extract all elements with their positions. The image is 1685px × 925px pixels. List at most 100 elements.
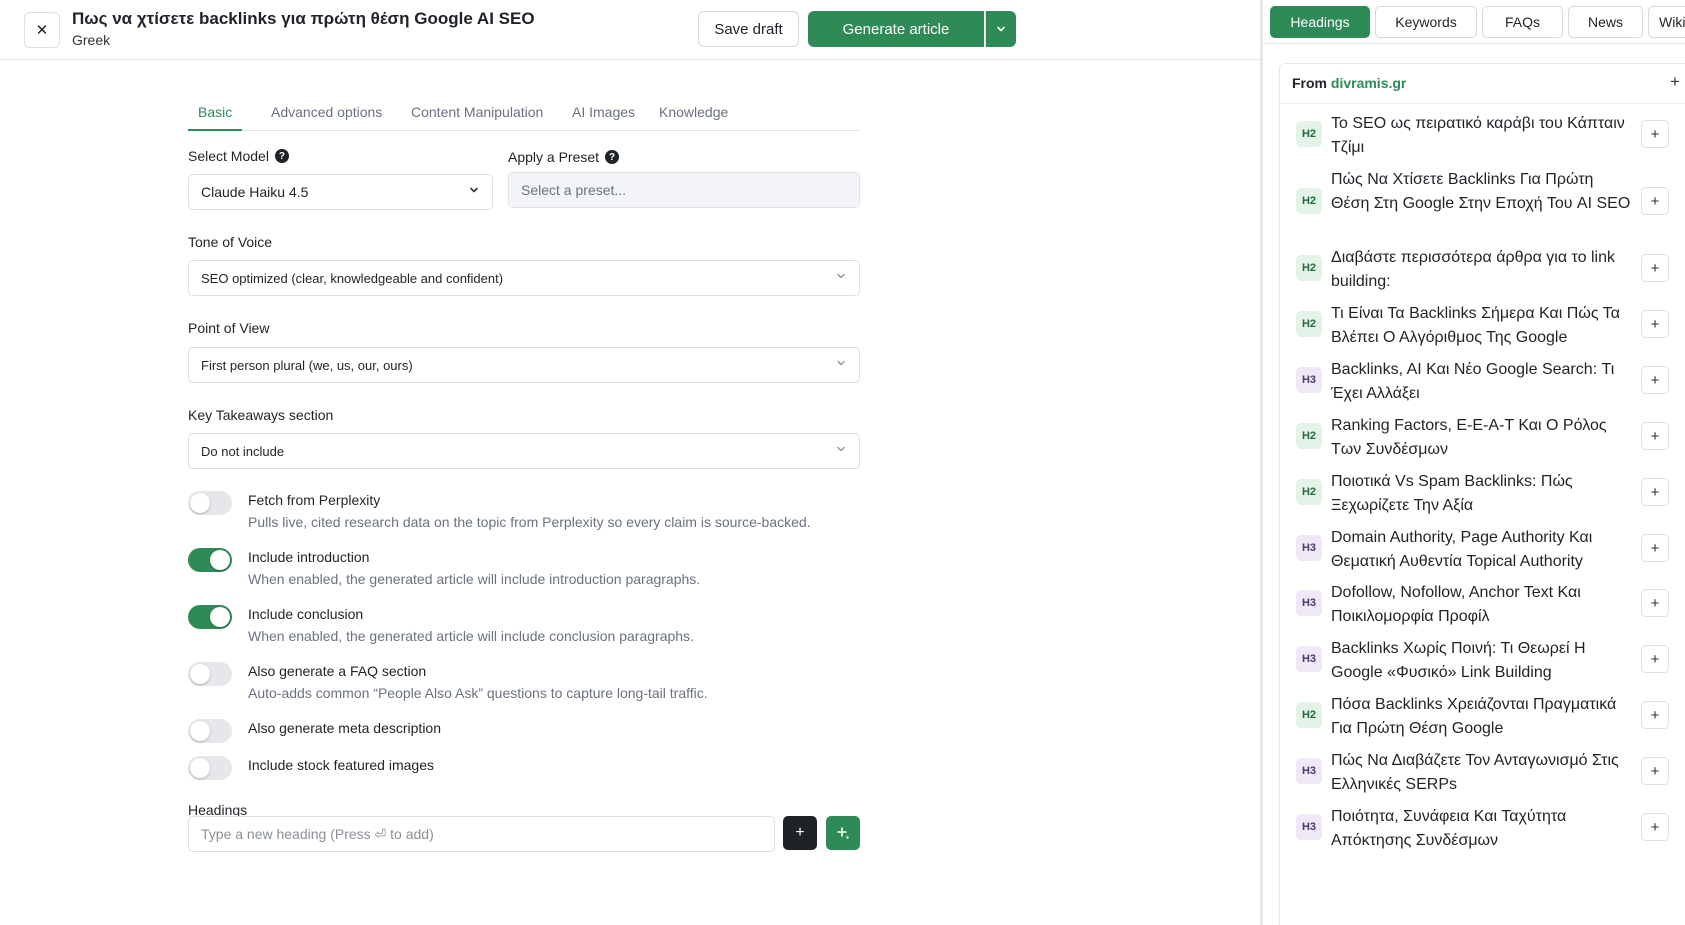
heading-level-badge: H3 (1296, 814, 1322, 840)
tab-faqs[interactable]: FAQs (1482, 6, 1563, 38)
settings-tabs: Basic Advanced options Content Manipulat… (188, 98, 860, 131)
introduction-toggle[interactable] (188, 548, 232, 572)
help-icon[interactable]: ? (605, 150, 620, 164)
heading-item: H3 Dofollow, Nofollow, Anchor Text Και Πο… (1296, 581, 1676, 625)
add-heading-button[interactable]: + (1641, 187, 1669, 215)
heading-item: H3 Backlinks Χωρίς Ποινή: Τι Θεωρεί Η Goo… (1296, 637, 1676, 681)
toggle-knob (210, 607, 230, 627)
key-takeaways-select[interactable]: Do not include (188, 433, 860, 469)
preset-select[interactable]: Select a preset... (508, 172, 860, 208)
sparkle-plus-icon (837, 827, 849, 839)
chevron-down-icon (997, 26, 1005, 32)
add-heading-button[interactable]: + (1641, 757, 1669, 785)
tab-news[interactable]: News (1568, 6, 1643, 38)
heading-level-badge: H2 (1296, 121, 1322, 147)
toggle-title: Include stock featured images (248, 757, 434, 773)
add-all-headings-button[interactable]: + (1670, 72, 1680, 92)
model-select-value: Claude Haiku 4.5 (201, 184, 309, 200)
stock-images-toggle[interactable] (188, 756, 232, 780)
point-of-view-select[interactable]: First person plural (we, us, our, ours) (188, 347, 860, 383)
chevron-down-icon (835, 443, 847, 458)
plus-icon: + (795, 824, 805, 841)
heading-text: Πώς Να Χτίσετε Backlinks Για Πρώτη Θέση … (1331, 171, 1631, 212)
article-language: Greek (72, 32, 111, 48)
from-text: From (1292, 75, 1327, 91)
source-domain[interactable]: divramis.gr (1331, 75, 1406, 91)
save-draft-button[interactable]: Save draft (698, 11, 799, 47)
add-heading-button[interactable]: + (1641, 120, 1669, 148)
heading-text: Διαβάστε περισσότερα άρθρα για το link b… (1331, 249, 1615, 290)
source-header: From divramis.gr + (1280, 64, 1685, 104)
toggle-description: When enabled, the generated article will… (248, 571, 701, 587)
top-bar: ✕ Πως να χτίσετε backlinks για πρώτη θέσ… (0, 0, 1260, 60)
add-heading-button[interactable]: + (1641, 645, 1669, 673)
help-icon[interactable]: ? (274, 149, 289, 163)
add-heading-button[interactable]: + (783, 816, 817, 850)
key-takeaways-value: Do not include (201, 443, 285, 459)
new-heading-input[interactable] (188, 816, 775, 852)
tab-ai-images[interactable]: AI Images (562, 98, 645, 131)
toggle-title: Include conclusion (248, 606, 364, 622)
heading-item: H3 Ποιότητα, Συνάφεια Και Ταχύτητα Απόκτη… (1296, 805, 1676, 849)
heading-item: H2 Πόσα Backlinks Χρειάζονται Πραγματικά … (1296, 693, 1676, 737)
source-headings-card: From divramis.gr + H2 Το SEO ως πειρατικό… (1279, 63, 1685, 925)
point-of-view-label: Point of View (188, 320, 270, 336)
add-heading-button[interactable]: + (1641, 254, 1669, 282)
preset-select-placeholder: Select a preset... (521, 182, 627, 198)
tab-knowledge[interactable]: Knowledge (649, 98, 738, 131)
heading-level-badge: H2 (1296, 311, 1322, 337)
editor-main: ✕ Πως να χτίσετε backlinks για πρώτη θέσ… (0, 0, 1260, 925)
select-model-label: Select Model ? (188, 148, 289, 164)
add-heading-button[interactable]: + (1641, 422, 1669, 450)
heading-text: Domain Authority, Page Authority Και Θεμ… (1331, 529, 1593, 570)
add-heading-button[interactable]: + (1641, 310, 1669, 338)
heading-text: Ranking Factors, E-E-A-T Και Ο Ρόλος Των… (1331, 417, 1607, 458)
tab-content-manipulation[interactable]: Content Manipulation (401, 98, 553, 131)
conclusion-toggle[interactable] (188, 605, 232, 629)
tab-basic[interactable]: Basic (188, 98, 243, 131)
chevron-down-icon (835, 270, 847, 285)
add-heading-button[interactable]: + (1641, 589, 1669, 617)
add-heading-button[interactable]: + (1641, 366, 1669, 394)
tab-keywords[interactable]: Keywords (1375, 6, 1477, 38)
title-block: Πως να χτίσετε backlinks για πρώτη θέση … (72, 8, 535, 48)
heading-text: Πώς Να Διαβάζετε Τον Ανταγωνισμό Στις Ελ… (1331, 752, 1619, 793)
toggle-knob (190, 758, 210, 778)
heading-item: H2 Το SEO ως πειρατικό καράβι του Κάπταιν… (1296, 112, 1676, 156)
heading-level-badge: H2 (1296, 423, 1322, 449)
add-heading-button[interactable]: + (1641, 534, 1669, 562)
toggle-title: Fetch from Perplexity (248, 492, 381, 508)
add-heading-button[interactable]: + (1641, 701, 1669, 729)
add-heading-button[interactable]: + (1641, 478, 1669, 506)
heading-level-badge: H3 (1296, 646, 1322, 672)
heading-text: Backlinks Χωρίς Ποινή: Τι Θεωρεί Η Googl… (1331, 640, 1586, 681)
meta-description-toggle[interactable] (188, 719, 232, 743)
faq-toggle[interactable] (188, 662, 232, 686)
heading-level-badge: H2 (1296, 702, 1322, 728)
tab-wiki[interactable]: Wiki (1648, 6, 1685, 38)
point-of-view-value: First person plural (we, us, our, ours) (201, 357, 413, 373)
perplexity-toggle[interactable] (188, 491, 232, 515)
research-panel: Headings Keywords FAQs News Wiki From di… (1263, 0, 1685, 925)
close-button[interactable]: ✕ (24, 12, 60, 48)
generate-options-button[interactable] (985, 11, 1016, 47)
toggle-description: Auto-adds common “People Also Ask” quest… (248, 685, 708, 701)
ai-suggest-heading-button[interactable] (826, 816, 860, 850)
heading-item: H3 Πώς Να Διαβάζετε Τον Ανταγωνισμό Στις … (1296, 749, 1676, 793)
tab-advanced-options[interactable]: Advanced options (261, 98, 392, 131)
heading-level-badge: H3 (1296, 758, 1322, 784)
heading-item: H3 Backlinks, AI Και Νέο Google Search: Τ… (1296, 358, 1676, 402)
generate-article-button[interactable]: Generate article (808, 11, 984, 47)
toggle-title: Include introduction (248, 549, 370, 565)
add-heading-button[interactable]: + (1641, 813, 1669, 841)
research-tabs: Headings Keywords FAQs News Wiki (1263, 0, 1685, 44)
tone-of-voice-select[interactable]: SEO optimized (clear, knowledgeable and … (188, 260, 860, 296)
heading-level-badge: H2 (1296, 188, 1322, 214)
toggle-title: Also generate a FAQ section (248, 663, 427, 679)
toggle-knob (190, 493, 210, 513)
source-label: From divramis.gr (1292, 75, 1406, 91)
heading-text: Πόσα Backlinks Χρειάζονται Πραγματικά Γι… (1331, 696, 1617, 737)
model-select[interactable]: Claude Haiku 4.5 (188, 174, 493, 210)
key-takeaways-label: Key Takeaways section (188, 407, 334, 423)
tab-headings[interactable]: Headings (1270, 6, 1370, 38)
